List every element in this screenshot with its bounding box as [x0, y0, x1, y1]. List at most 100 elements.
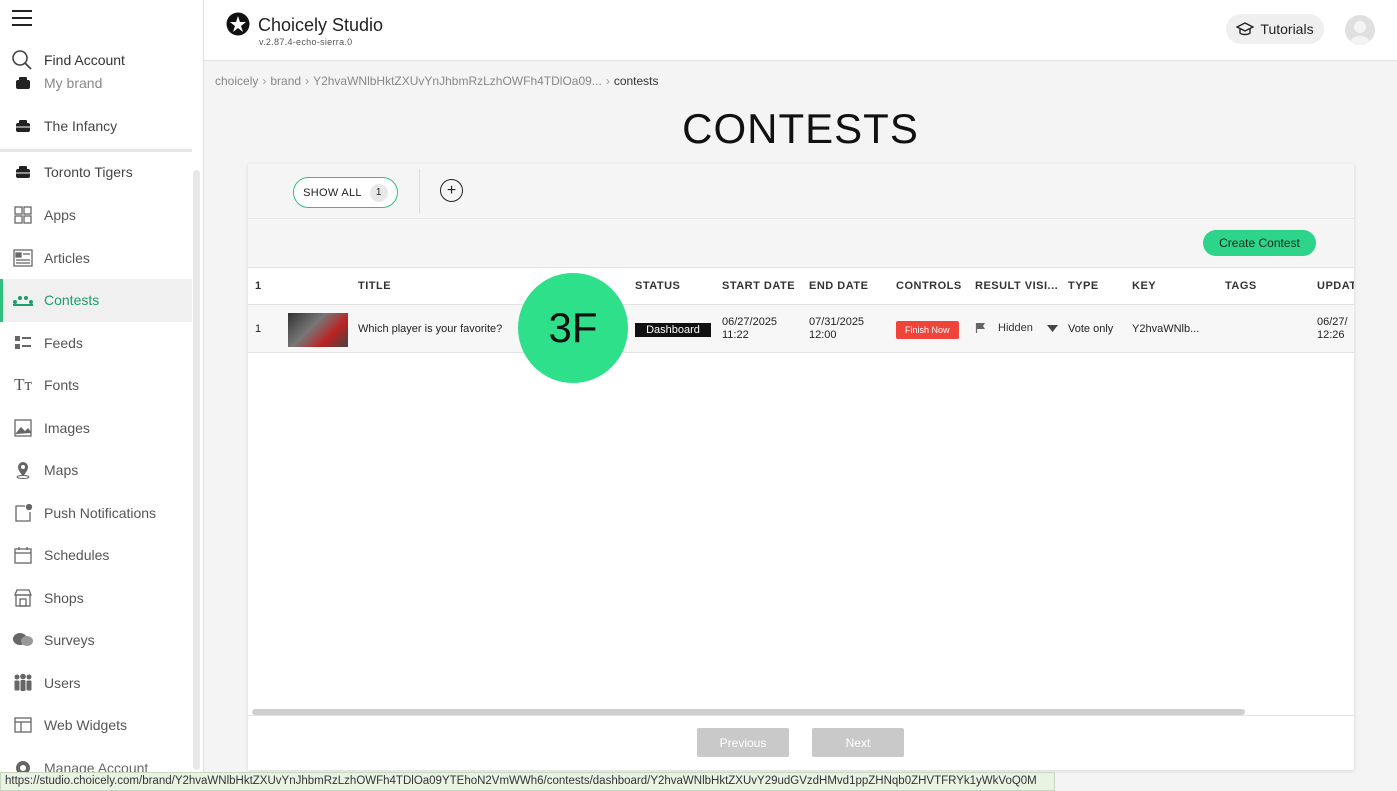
apps-icon [12, 204, 34, 226]
column-header-key[interactable]: KEY [1132, 280, 1156, 292]
column-header-controls[interactable]: CONTROLS [896, 280, 962, 292]
sidebar-item-label: Contests [44, 292, 100, 309]
browser-status-url: https://studio.choicely.com/brand/Y2hvaW… [0, 772, 1055, 791]
chevron-right-icon: › [305, 74, 310, 88]
surveys-icon [12, 629, 34, 651]
sidebar-item-label: Shops [44, 589, 84, 606]
contests-table: 1 TITLE STATUS START DATE END DATE CONTR… [248, 268, 1354, 353]
column-header-tags[interactable]: TAGS [1225, 280, 1257, 292]
finish-now-button[interactable]: Finish Now [896, 321, 959, 339]
updated-time: 12:26 [1317, 329, 1345, 341]
contest-key: Y2hvaWNlb... [1132, 323, 1200, 335]
sidebar-item-feeds[interactable]: Feeds [0, 322, 192, 365]
sidebar-item-fonts[interactable]: Tт Fonts [0, 364, 192, 407]
plus-icon: + [446, 181, 457, 199]
breadcrumb-item-brand-id[interactable]: Y2hvaWNlbHktZXUvYnJhbmRzLzhOWFh4TDlOa09.… [313, 74, 602, 88]
show-all-filter-chip[interactable]: SHOW ALL 1 [293, 177, 398, 208]
schedules-icon [12, 544, 34, 566]
end-time: 12:00 [809, 329, 837, 341]
filter-bar: SHOW ALL 1 + [248, 164, 1354, 219]
table-row[interactable]: 1 Which player is your favorite? Dashboa… [248, 305, 1354, 353]
find-account-button[interactable]: Find Account [0, 44, 203, 76]
sidebar-item-label: Maps [44, 462, 79, 479]
add-filter-button[interactable]: + [440, 179, 463, 202]
sidebar-item-label: Images [44, 419, 90, 436]
sidebar-item-label: Surveys [44, 632, 95, 649]
users-icon [12, 672, 34, 694]
graduation-cap-icon [1236, 22, 1255, 36]
images-icon [12, 417, 34, 439]
articles-icon [12, 247, 34, 269]
end-date-cell: 07/31/2025 12:00 [809, 316, 864, 342]
previous-button[interactable]: Previous [697, 728, 789, 757]
column-header-updated[interactable]: UPDAT [1317, 280, 1354, 292]
chevron-right-icon: › [605, 74, 610, 88]
sidebar-item-label: Feeds [44, 334, 83, 351]
contest-type: Vote only [1068, 323, 1114, 335]
filter-divider [419, 169, 420, 214]
contest-title[interactable]: Which player is your favorite? [358, 323, 502, 335]
sidebar-item-apps[interactable]: Apps [0, 194, 192, 237]
column-header-status[interactable]: STATUS [635, 280, 680, 292]
end-date: 07/31/2025 [809, 316, 865, 328]
sidebar-item-contests[interactable]: Contests [0, 279, 192, 322]
breadcrumb-item-brand[interactable]: brand [270, 74, 301, 88]
create-contest-button[interactable]: Create Contest [1203, 230, 1316, 256]
sidebar-item-shops[interactable]: Shops [0, 577, 192, 620]
sidebar-item-push-notifications[interactable]: Push Notifications [0, 492, 192, 535]
sidebar-item-maps[interactable]: Maps [0, 449, 192, 492]
search-icon [10, 48, 34, 72]
sidebar-scrollbar[interactable] [193, 170, 200, 770]
start-date: 06/27/2025 [722, 316, 778, 328]
breadcrumb: choicely › brand › Y2hvaWNlbHktZXUvYnJhb… [215, 74, 659, 88]
column-header-start-date[interactable]: START DATE [722, 280, 795, 292]
status-badge[interactable]: Dashboard [635, 323, 711, 337]
chevron-down-icon [1046, 324, 1058, 332]
breadcrumb-item-contests: contests [613, 74, 659, 88]
table-header: 1 TITLE STATUS START DATE END DATE CONTR… [248, 268, 1354, 305]
sidebar-nav: Apps Articles Contests Feeds Tт Fonts Im… [0, 194, 192, 747]
page-title: CONTESTS [682, 105, 919, 152]
next-button[interactable]: Next [812, 728, 904, 757]
updated-cell: 06/27/ 12:26 [1317, 316, 1348, 342]
column-header-result-visibility[interactable]: RESULT VISI... [975, 280, 1058, 292]
tutorials-button[interactable]: Tutorials [1226, 14, 1324, 44]
column-header-type[interactable]: TYPE [1068, 280, 1099, 292]
contests-icon [12, 289, 34, 311]
breadcrumb-item-choicely[interactable]: choicely [215, 74, 258, 88]
sidebar-item-images[interactable]: Images [0, 407, 192, 450]
show-all-count-badge: 1 [369, 183, 388, 202]
sidebar-item-users[interactable]: Users [0, 662, 192, 705]
sidebar-item-label: Users [44, 674, 81, 691]
updated-date: 06/27/ [1317, 316, 1348, 328]
hamburger-menu-icon[interactable] [12, 10, 32, 28]
fonts-icon: Tт [14, 375, 32, 395]
sidebar-brand-the-infancy[interactable]: The Infancy [0, 105, 192, 147]
result-visibility-select[interactable]: Hidden [975, 322, 1058, 334]
column-header-end-date[interactable]: END DATE [809, 280, 868, 292]
sidebar-item-web-widgets[interactable]: Web Widgets [0, 704, 192, 747]
sidebar-item-label: Apps [44, 207, 76, 224]
sidebar-item-label: Articles [44, 249, 90, 266]
chevron-right-icon: › [262, 74, 267, 88]
avatar[interactable] [1345, 15, 1375, 45]
result-visibility-value: Hidden [998, 322, 1033, 334]
shops-icon [12, 587, 34, 609]
sidebar-item-label: Web Widgets [44, 717, 127, 734]
sidebar-brand-toronto-tigers[interactable]: Toronto Tigers [0, 151, 192, 193]
find-account-label: Find Account [44, 52, 125, 68]
sidebar-brand-label: The Infancy [44, 118, 118, 134]
sidebar-item-surveys[interactable]: Surveys [0, 619, 192, 662]
column-header-title[interactable]: TITLE [358, 280, 391, 292]
sidebar-item-label: Push Notifications [44, 504, 157, 521]
sidebar-brand-label: My brand [44, 75, 103, 91]
push-notifications-icon [12, 502, 34, 524]
flag-icon [975, 322, 987, 334]
sidebar-item-schedules[interactable]: Schedules [0, 534, 192, 577]
sidebar-item-label: Schedules [44, 547, 110, 564]
show-all-label: SHOW ALL [303, 186, 362, 199]
app-title: Choicely Studio [258, 15, 384, 35]
start-date-cell: 06/27/2025 11:22 [722, 316, 777, 342]
sidebar-item-articles[interactable]: Articles [0, 237, 192, 280]
overlay-label-badge: 3F [518, 273, 628, 383]
